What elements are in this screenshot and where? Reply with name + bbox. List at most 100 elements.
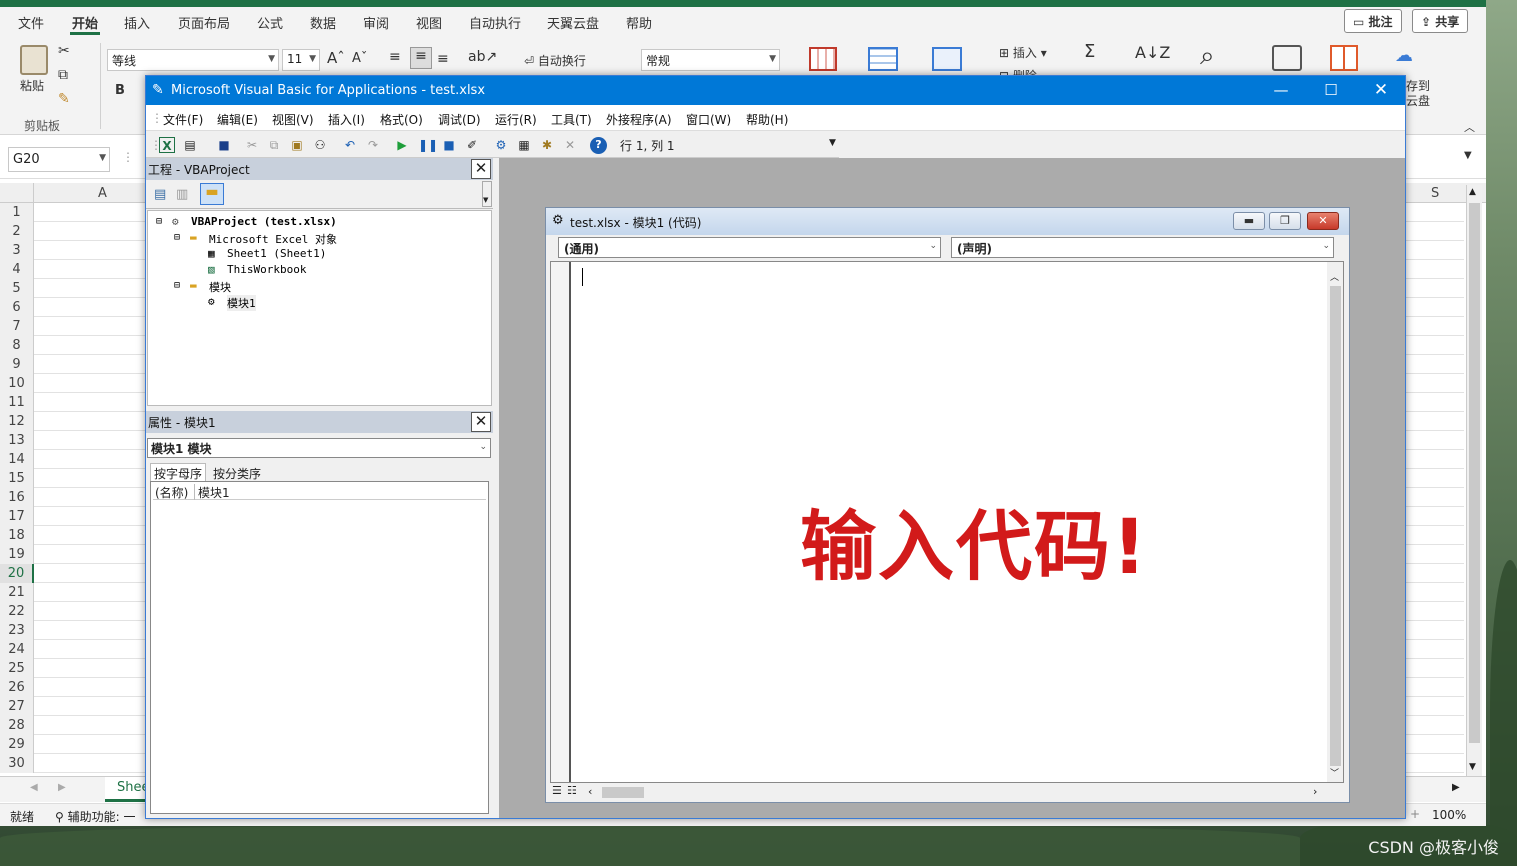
hscroll-thumb[interactable] <box>602 787 644 798</box>
font-size-dropdown[interactable]: 11 ▼ <box>282 49 320 71</box>
toggle-folders-icon[interactable]: ▬ <box>200 183 224 205</box>
scroll-left-icon[interactable]: ‹ <box>588 785 592 798</box>
row-header[interactable]: 24 <box>0 640 34 659</box>
wrap-text-button[interactable]: ⏎ 自动换行 <box>524 52 586 69</box>
find-icon[interactable]: ⚇ <box>312 137 328 153</box>
row-header[interactable]: 30 <box>0 754 34 773</box>
close-icon[interactable]: ✕ <box>1356 76 1406 105</box>
tree-node-modules[interactable]: 模块 <box>209 279 231 295</box>
tab-view[interactable]: 视图 <box>416 13 442 32</box>
minimize-icon[interactable]: ▬ <box>1233 212 1265 230</box>
property-value[interactable]: 模块1 <box>198 484 230 501</box>
row-header[interactable]: 14 <box>0 450 34 469</box>
scroll-thumb[interactable] <box>1469 203 1480 743</box>
menu-file[interactable]: 文件(F) <box>163 111 203 128</box>
row-header[interactable]: 3 <box>0 241 34 260</box>
name-box[interactable]: G20 ▼ <box>8 147 110 172</box>
shrink-font-button[interactable]: Aˇ <box>352 51 367 66</box>
row-header[interactable]: 27 <box>0 697 34 716</box>
next-sheet-icon[interactable]: ▶ <box>58 782 66 793</box>
paste-label[interactable]: 粘贴 <box>20 77 44 94</box>
tree-node-sheet1[interactable]: Sheet1 (Sheet1) <box>227 247 326 260</box>
menu-addins[interactable]: 外接程序(A) <box>606 111 672 128</box>
close-project-panel-icon[interactable]: ✕ <box>471 159 491 179</box>
menu-window[interactable]: 窗口(W) <box>686 111 731 128</box>
format-as-table-icon[interactable] <box>868 47 898 71</box>
row-header[interactable]: 10 <box>0 374 34 393</box>
tab-home[interactable]: 开始 <box>72 13 98 32</box>
row-header[interactable]: 18 <box>0 526 34 545</box>
properties-object-dropdown[interactable]: 模块1 模块 ⌄ <box>147 438 491 458</box>
scroll-down-icon[interactable]: ﹀ <box>1330 766 1339 779</box>
sort-filter-icon[interactable]: A↓Z <box>1135 43 1170 62</box>
row-header[interactable]: 11 <box>0 393 34 412</box>
row-header[interactable]: 7 <box>0 317 34 336</box>
collapse-node-icon[interactable]: ⊟ <box>156 216 162 227</box>
tab-file[interactable]: 文件 <box>18 13 44 32</box>
select-all-corner[interactable] <box>0 183 34 203</box>
scroll-right-icon[interactable]: ▶ <box>1452 782 1460 793</box>
row-header[interactable]: 19 <box>0 545 34 564</box>
align-middle-icon[interactable]: ≡ <box>410 47 432 69</box>
align-top-icon[interactable]: ≡ <box>389 49 401 65</box>
paste-icon[interactable] <box>20 45 48 75</box>
toolbar-overflow-icon[interactable]: ▼ <box>829 138 836 148</box>
paste-icon[interactable]: ▣ <box>289 137 305 153</box>
collapse-ribbon-icon[interactable]: ︿ <box>1464 119 1475 135</box>
row-header[interactable]: 13 <box>0 431 34 450</box>
cut-icon[interactable]: ✂ <box>58 43 70 59</box>
row-header[interactable]: 29 <box>0 735 34 754</box>
row-header[interactable]: 5 <box>0 279 34 298</box>
stop-icon[interactable]: ■ <box>441 137 457 153</box>
save-icon[interactable]: ■ <box>216 137 232 153</box>
scroll-thumb[interactable] <box>1330 286 1341 766</box>
number-format-dropdown[interactable]: 常规 ▼ <box>641 49 780 71</box>
cloud-icon[interactable]: ☁ <box>1395 45 1413 66</box>
menu-run[interactable]: 运行(R) <box>495 111 537 128</box>
insert-module-icon[interactable]: ▤ <box>182 137 198 153</box>
tree-node-module1[interactable]: 模块1 <box>227 295 256 311</box>
redo-icon[interactable]: ↷ <box>365 137 381 153</box>
procedure-view-icon[interactable]: ☰ <box>552 784 562 797</box>
zoom-level[interactable]: 100% <box>1432 808 1466 822</box>
full-module-view-icon[interactable]: ☷ <box>567 784 577 797</box>
help-icon[interactable]: ? <box>590 137 607 154</box>
scroll-up-icon[interactable]: ▲ <box>1469 187 1476 197</box>
design-mode-icon[interactable]: ✐ <box>464 137 480 153</box>
menu-view[interactable]: 视图(V) <box>272 111 314 128</box>
property-row[interactable]: (名称) 模块1 <box>153 484 486 500</box>
tab-alphabetic[interactable]: 按字母序 <box>150 463 207 483</box>
column-header-s[interactable]: S <box>1431 186 1439 201</box>
undo-icon[interactable]: ↶ <box>342 137 358 153</box>
tab-page-layout[interactable]: 页面布局 <box>178 13 230 32</box>
scroll-right-icon[interactable]: › <box>1313 785 1317 798</box>
object-browser-icon[interactable]: ✱ <box>539 137 555 153</box>
code-vscroll[interactable]: ︿ ﹀ <box>1327 262 1343 782</box>
tab-data[interactable]: 数据 <box>310 13 336 32</box>
row-header[interactable]: 26 <box>0 678 34 697</box>
row-header[interactable]: 25 <box>0 659 34 678</box>
zoom-in-icon[interactable]: + <box>1410 807 1420 821</box>
analyze-data-icon[interactable] <box>1272 45 1302 71</box>
tree-node-thisworkbook[interactable]: ThisWorkbook <box>227 263 306 276</box>
close-icon[interactable]: ✕ <box>1307 212 1339 230</box>
copy-icon[interactable]: ⧉ <box>266 137 282 153</box>
orientation-icon[interactable]: ab↗ <box>468 49 497 65</box>
tab-cloud-disk[interactable]: 天翼云盘 <box>547 13 599 32</box>
view-object-icon[interactable]: ▥ <box>176 187 188 202</box>
minimize-icon[interactable]: — <box>1256 76 1306 105</box>
pause-icon[interactable]: ❚❚ <box>418 137 438 153</box>
code-hscroll[interactable]: ☰ ☷ ‹ › <box>550 784 1344 800</box>
autosum-icon[interactable]: Σ <box>1084 41 1095 62</box>
cloud-disk-label[interactable]: 云盘 <box>1406 92 1430 109</box>
maximize-icon[interactable]: ☐ <box>1306 76 1356 105</box>
row-header[interactable]: 2 <box>0 222 34 241</box>
procedure-combo[interactable]: (声明) ⌄ <box>951 237 1334 258</box>
tab-automate[interactable]: 自动执行 <box>469 13 521 32</box>
row-header[interactable]: 17 <box>0 507 34 526</box>
prev-sheet-icon[interactable]: ◀ <box>30 782 38 793</box>
share-button[interactable]: ⇪ 共享 <box>1412 9 1469 33</box>
project-explorer-icon[interactable]: ⚙ <box>493 137 509 153</box>
menu-debug[interactable]: 调试(D) <box>438 111 481 128</box>
cut-icon[interactable]: ✂ <box>244 137 260 153</box>
